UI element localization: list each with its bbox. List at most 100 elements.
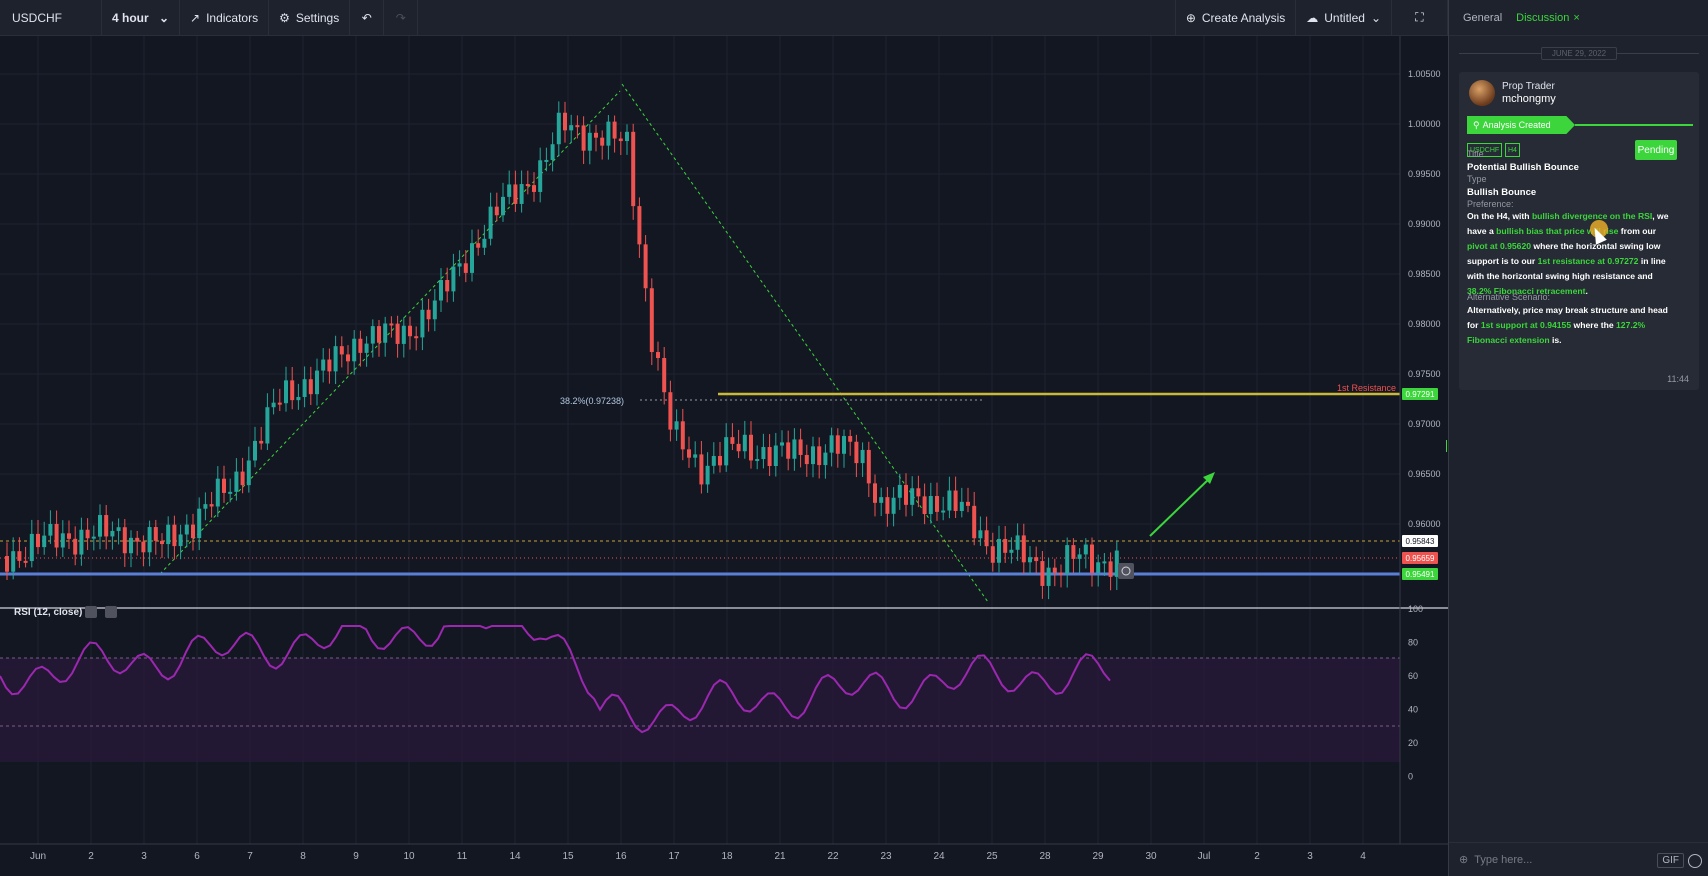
candle-body: [290, 380, 295, 401]
candle-body: [817, 446, 822, 466]
banner-line: [1575, 124, 1693, 126]
candle-body: [556, 112, 561, 145]
candle-body: [215, 478, 220, 507]
candle-body: [432, 300, 437, 320]
candle-body: [389, 323, 394, 326]
timeframe-tag: H4: [1505, 143, 1520, 157]
user-name: mchongmy: [1502, 93, 1556, 105]
candle-body: [600, 137, 605, 146]
candle-body: [1090, 544, 1094, 573]
candle-body: [606, 121, 611, 146]
rsi-legend: RSI (12, close): [14, 607, 83, 618]
candle-body: [91, 536, 96, 539]
app-root: USDCHF 4 hour ⌄ ↗ Indicators ⚙ Settings …: [0, 0, 1708, 876]
price-badge-label: 0.95659: [1406, 554, 1435, 563]
status-badge[interactable]: Pending: [1635, 140, 1677, 160]
price-tick: 0.99000: [1408, 219, 1441, 229]
gif-button[interactable]: GIF: [1657, 853, 1684, 868]
resistance-label: 1st Resistance: [1337, 383, 1396, 393]
alert-marker-icon: [1118, 563, 1134, 579]
candle-body: [11, 551, 16, 572]
rsi-delete-button[interactable]: [105, 606, 117, 618]
alternative-text: Alternatively, price may break structure…: [1467, 305, 1668, 345]
candle-body: [60, 533, 65, 548]
candle-body: [172, 524, 177, 547]
time-tick: 2: [1254, 851, 1260, 862]
candle-body: [54, 523, 59, 548]
gear-icon: ⚙: [279, 10, 290, 25]
candle-body: [501, 196, 505, 216]
date-separator: JUNE 29, 2022: [1459, 46, 1700, 60]
time-tick: 4: [1360, 851, 1366, 862]
candle-body: [1003, 538, 1008, 553]
candle-body: [141, 541, 146, 553]
candle-body: [414, 336, 419, 339]
candle-body: [439, 280, 443, 301]
candle-body: [581, 125, 586, 151]
candle-body: [569, 125, 574, 131]
create-analysis-button[interactable]: ⊕ Create Analysis: [1176, 0, 1297, 35]
candle-body: [377, 326, 381, 343]
close-icon[interactable]: ×: [1573, 12, 1579, 24]
indicators-icon: ↗: [190, 10, 201, 25]
chart-area[interactable]: 1.00500 1.00000 0.99500 0.99000 0.98500 0.980…: [0, 36, 1448, 876]
candle-body: [873, 483, 877, 503]
message-input[interactable]: Type here...: [1474, 854, 1532, 866]
settings-button[interactable]: ⚙ Settings: [269, 0, 351, 35]
tab-discussion[interactable]: Discussion ×: [1516, 12, 1580, 24]
candle-body: [364, 343, 369, 353]
candle-body: [525, 184, 530, 187]
candle-body: [984, 530, 989, 547]
interval-selector[interactable]: 4 hour ⌄: [102, 0, 180, 35]
candle-body: [178, 534, 183, 547]
rsi-settings-button[interactable]: [85, 606, 97, 618]
candle-body: [538, 160, 543, 192]
candle-body: [1015, 535, 1020, 550]
candle-body: [724, 437, 729, 466]
candle-body: [941, 510, 946, 513]
emoji-icon[interactable]: [1688, 854, 1702, 868]
redo-icon: ↷: [395, 10, 406, 25]
fib-label: 38.2%(0.97238): [560, 396, 624, 406]
candle-body: [866, 449, 871, 484]
candle-body: [228, 491, 233, 494]
candle-body: [680, 421, 685, 450]
candle-body: [829, 435, 834, 453]
price-tick: 0.96000: [1408, 519, 1441, 529]
candle-body: [1046, 567, 1051, 586]
type-label: Type: [1467, 174, 1487, 184]
redo-button[interactable]: ↷: [384, 0, 419, 35]
candle-body: [928, 496, 933, 515]
undo-button[interactable]: ↶: [350, 0, 385, 35]
candle-body: [98, 515, 102, 537]
candle-body: [1040, 561, 1045, 586]
layout-selector[interactable]: ☁ Untitled ⌄: [1296, 0, 1392, 35]
candle-body: [990, 546, 995, 563]
candle-body: [519, 184, 524, 204]
candle-body: [935, 496, 939, 512]
fullscreen-button[interactable]: ⛶: [1392, 0, 1448, 35]
candle-body: [5, 556, 9, 572]
candle-body: [1071, 545, 1076, 559]
candle-body: [823, 452, 828, 466]
settings-label: Settings: [295, 10, 340, 25]
chart-toolbar: USDCHF 4 hour ⌄ ↗ Indicators ⚙ Settings …: [0, 0, 1448, 36]
candle-body: [618, 138, 623, 142]
candle-body: [308, 379, 313, 395]
price-chart[interactable]: 1.00500 1.00000 0.99500 0.99000 0.98500 0.980…: [0, 36, 1448, 876]
indicators-button[interactable]: ↗ Indicators: [180, 0, 270, 35]
discussion-panel: General Discussion × JUNE 29, 2022 Prop T…: [1448, 0, 1708, 876]
plus-icon[interactable]: ⊕: [1459, 853, 1468, 866]
candle-body: [848, 436, 853, 442]
candle-body: [1028, 557, 1032, 563]
fullscreen-icon: ⛶: [1415, 10, 1424, 24]
candle-body: [488, 206, 493, 239]
toolbar-spacer: [418, 0, 1176, 35]
tab-general[interactable]: General: [1463, 12, 1502, 24]
projection-arrow: [1149, 475, 1213, 537]
candle-body: [1108, 561, 1113, 577]
candle-body: [1034, 557, 1039, 562]
price-badges: 0.97291 0.95843 0.95659 0.95491: [1402, 388, 1438, 580]
symbol-selector[interactable]: USDCHF: [0, 0, 102, 35]
rsi-tick: 60: [1408, 671, 1418, 681]
